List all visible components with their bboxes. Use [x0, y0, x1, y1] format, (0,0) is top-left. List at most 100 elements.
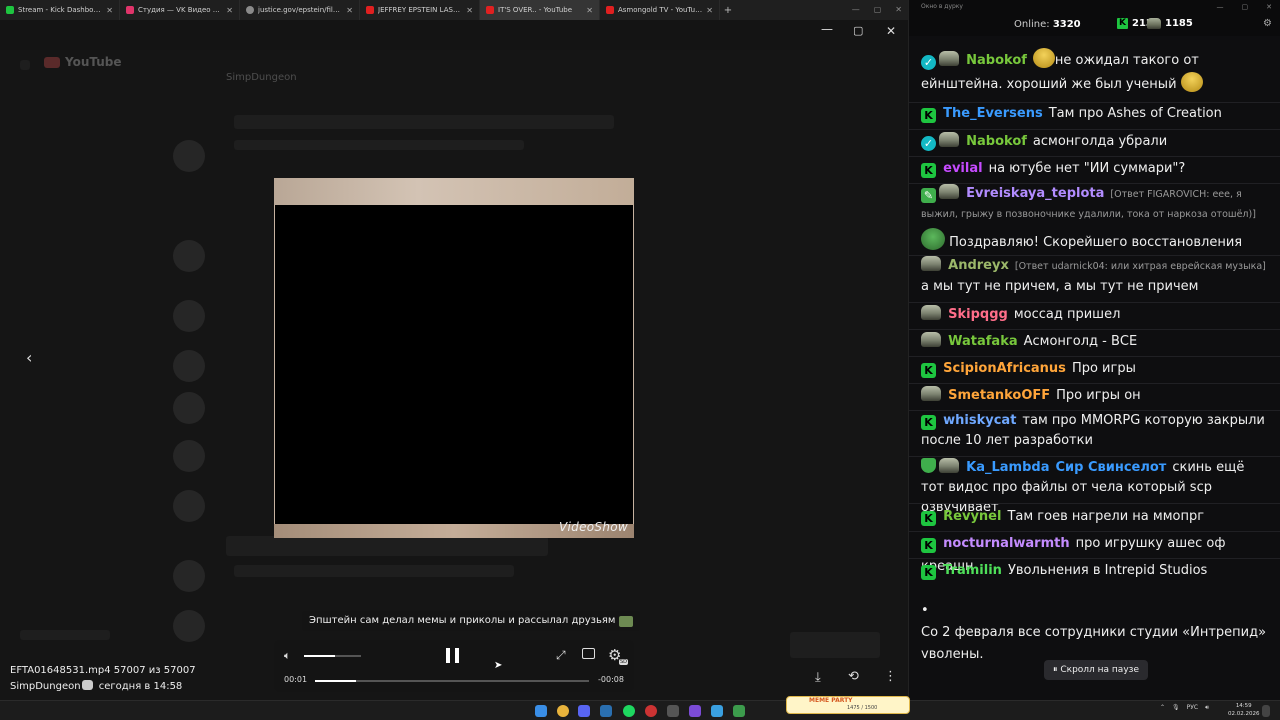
- notifications-icon[interactable]: [1262, 705, 1270, 717]
- chat-username[interactable]: Ka_Lambda: [966, 460, 1049, 475]
- author-line: SimpDungeon сегодня в 14:58: [10, 679, 196, 695]
- maximize-icon[interactable]: ▢: [1242, 0, 1249, 14]
- chat-username[interactable]: Nabokof: [966, 134, 1027, 149]
- chrome-icon[interactable]: [557, 705, 569, 717]
- tab-close-icon[interactable]: ✕: [586, 6, 593, 15]
- pause-button[interactable]: [446, 648, 460, 663]
- volume-icon[interactable]: 🔈︎: [284, 649, 291, 663]
- verified-badge-icon: ✓: [921, 55, 936, 70]
- chat-text: а мы тут не причем, а мы тут не причем: [921, 279, 1199, 294]
- avatar: [173, 140, 205, 172]
- close-icon[interactable]: ✕: [895, 0, 902, 20]
- kick-badge-icon: K: [921, 565, 936, 580]
- chat-username[interactable]: Watafaka: [948, 334, 1017, 349]
- chat-text: на ютубе нет "ИИ суммари"?: [988, 161, 1186, 176]
- chat-username[interactable]: Skipqgg: [948, 307, 1008, 322]
- close-icon[interactable]: ✕: [1266, 0, 1272, 14]
- app-icon[interactable]: [733, 705, 745, 717]
- chat-username[interactable]: SmetankoOFF: [948, 388, 1050, 403]
- app-icon[interactable]: [667, 705, 679, 717]
- chat-username[interactable]: Revynel: [943, 509, 1001, 524]
- tab-close-icon[interactable]: ✕: [106, 6, 113, 15]
- browser-tab-its-over[interactable]: IT'S OVER.. - YouTube ✕: [480, 0, 600, 20]
- tab-close-icon[interactable]: ✕: [466, 6, 473, 15]
- kick-badge-icon: K: [921, 415, 936, 430]
- chevron-up-icon[interactable]: ⌃: [1160, 704, 1165, 712]
- obs-icon[interactable]: [645, 705, 657, 717]
- app-icon[interactable]: [689, 705, 701, 717]
- minimize-icon[interactable]: —: [1217, 0, 1224, 14]
- chat-username[interactable]: nocturnalwarmth: [943, 536, 1069, 551]
- viewer-minimize-icon[interactable]: —: [821, 22, 833, 36]
- chat-username[interactable]: whiskycat: [943, 413, 1016, 428]
- avatar: [173, 490, 205, 522]
- chat-text: не ожидал такого от ейнштейна. хороший ж…: [921, 53, 1199, 92]
- steam-icon[interactable]: [600, 705, 612, 717]
- browser-tab-kick-dashboard[interactable]: Stream - Kick Dashboard ✕: [0, 0, 120, 20]
- seek-bar[interactable]: [315, 680, 589, 682]
- chat-window-controls: — ▢ ✕: [1217, 0, 1273, 14]
- chat-message: ✎ Evreiskaya_teplota [Ответ FIGAROVICH: е…: [921, 184, 1271, 254]
- mic-icon[interactable]: 🎙︎: [1172, 704, 1180, 712]
- rotate-icon[interactable]: ⟲: [848, 669, 859, 684]
- helmet-viewers: 1185: [1147, 18, 1193, 29]
- globe-favicon-icon: [246, 6, 254, 14]
- chat-settings-icon[interactable]: ⚙: [1263, 18, 1272, 29]
- avatar: [173, 560, 205, 592]
- chat-window: Окно в дурку — ▢ ✕ Online: 3320 K 2135 11…: [908, 0, 1280, 700]
- chat-username[interactable]: The_Eversens: [943, 106, 1043, 121]
- browser-tab-vk-studio[interactable]: Студия — VK Видео Live ✕: [120, 0, 240, 20]
- quality-badge: SD: [619, 659, 629, 665]
- maximize-icon[interactable]: ▢: [874, 0, 882, 20]
- chat-username[interactable]: Evreiskaya_teplota: [966, 186, 1104, 201]
- chat-username[interactable]: Andreyx: [948, 258, 1009, 273]
- chat-username[interactable]: Nabokof: [966, 53, 1027, 68]
- video-player[interactable]: VideoShow: [274, 178, 634, 538]
- new-tab-button[interactable]: +: [720, 5, 736, 16]
- helmet-badge-icon: [939, 458, 959, 473]
- chat-text-row: Поздравляю! Скорейшего восстановления: [921, 228, 1271, 254]
- scroll-paused-button[interactable]: ⏸ Скролл на паузе: [1044, 660, 1148, 680]
- tab-close-icon[interactable]: ✕: [706, 6, 713, 15]
- clock[interactable]: 14:59 02.02.2026: [1228, 702, 1260, 718]
- smiley-emote-icon: [1032, 48, 1055, 68]
- meme-party-widget[interactable]: MEME PARTY 1475 / 1500: [786, 696, 910, 714]
- author-name[interactable]: SimpDungeon: [10, 681, 81, 692]
- more-options-icon[interactable]: ⋮: [884, 669, 897, 684]
- chat-message: K evilal на ютубе нет "ИИ суммари"?: [921, 157, 1271, 180]
- kick-badge-icon: K: [921, 163, 936, 178]
- chat-username[interactable]: Tramilin: [943, 563, 1002, 578]
- tab-close-icon[interactable]: ✕: [226, 6, 233, 15]
- chat-message: K The_Eversens Там про Ashes of Creation: [921, 102, 1271, 125]
- tab-close-icon[interactable]: ✕: [346, 6, 353, 15]
- volume-slider[interactable]: [304, 655, 361, 657]
- spotify-icon[interactable]: [623, 705, 635, 717]
- speaker-icon[interactable]: 🔊︎: [1205, 704, 1209, 712]
- subscriber-badge-icon: [921, 458, 936, 473]
- chat-mention[interactable]: Сир Свинселот: [1055, 460, 1166, 475]
- kick-favicon-icon: [6, 6, 14, 14]
- viewer-maximize-icon[interactable]: ▢: [853, 24, 863, 37]
- browser-icon[interactable]: [711, 705, 723, 717]
- remaining-time: -00:08: [598, 675, 624, 684]
- online-label: Online:: [1014, 19, 1050, 30]
- browser-tab-epstein-interview[interactable]: JEFFREY EPSTEIN LAST INTERVI ✕: [360, 0, 480, 20]
- fullscreen-icon[interactable]: ⤢: [556, 648, 566, 663]
- avatar: [173, 240, 205, 272]
- windows-start-icon[interactable]: [535, 705, 547, 717]
- youtube-logo: YouTube: [44, 55, 122, 69]
- browser-tab-asmongold[interactable]: Asmongold TV - YouTube ✕: [600, 0, 720, 20]
- chat-username[interactable]: ScipionAfricanus: [943, 361, 1066, 376]
- viewer-close-icon[interactable]: ✕: [886, 24, 896, 38]
- discord-icon[interactable]: [578, 705, 590, 717]
- helmet-badge-icon: [921, 305, 941, 320]
- language-indicator[interactable]: РУС: [1187, 704, 1198, 712]
- minimize-icon[interactable]: —: [852, 0, 860, 20]
- previous-media-button[interactable]: ‹: [26, 348, 32, 367]
- video-watermark: VideoShow: [559, 520, 628, 534]
- picture-in-picture-icon[interactable]: [582, 648, 595, 659]
- chat-username[interactable]: evilal: [943, 161, 982, 176]
- tab-title: JEFFREY EPSTEIN LAST INTERVI: [378, 6, 462, 14]
- browser-tab-justice-gov[interactable]: justice.gov/epstein/files/DataSe ✕: [240, 0, 360, 20]
- download-icon[interactable]: ⤓: [815, 670, 821, 685]
